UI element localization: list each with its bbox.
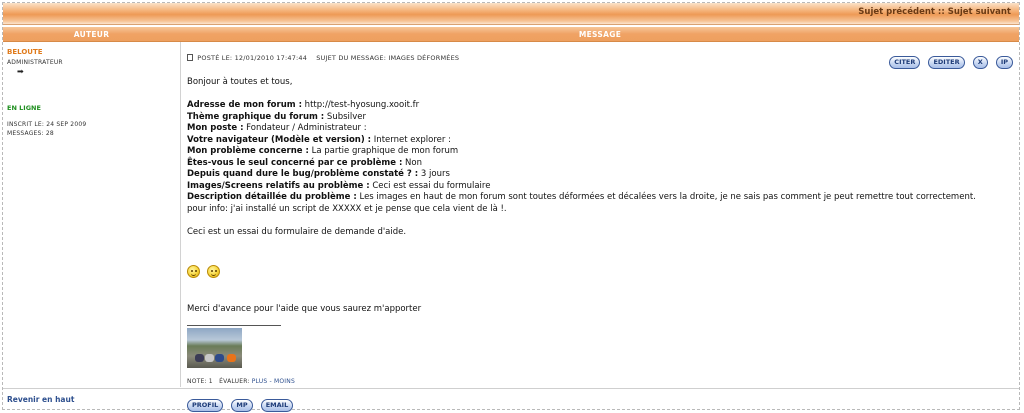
rating-minus-link[interactable]: Moins: [274, 378, 295, 385]
rating-plus-link[interactable]: Plus: [252, 378, 268, 385]
edit-button[interactable]: Editer: [928, 56, 965, 69]
form-field-value: 3 jours: [418, 169, 450, 179]
form-field-value: Subsilver: [324, 111, 367, 122]
rating-dash: -: [269, 378, 272, 385]
rating-note: Note: 1: [187, 378, 213, 385]
delete-button[interactable]: X: [972, 56, 988, 69]
form-field-line: Votre navigateur (Modèle et version) : I…: [187, 135, 1017, 147]
form-field-label: Images/Screens relatifs au problème :: [187, 180, 370, 191]
form-field-line: Images/Screens relatifs au problème : Ce…: [187, 181, 1017, 193]
author-contact-buttons: Profil MP Email: [187, 392, 296, 412]
form-field-value: Internet explorer :: [371, 134, 451, 145]
form-field-line: Mon problème concerne : La partie graphi…: [187, 146, 1017, 158]
greeting: Bonjour à toutes et tous,: [187, 77, 293, 87]
form-field-label: Êtes-vous le seul concerné par ce problè…: [187, 157, 403, 168]
form-field-line: Description détaillée du problème : Les …: [187, 192, 1017, 204]
document-icon: [187, 54, 193, 61]
ip-button[interactable]: IP: [995, 56, 1013, 69]
forum-topic-panel: Sujet précédent :: Sujet suivant Auteur …: [2, 2, 1020, 412]
form-field-line: Mon poste : Fondateur / Administrateur :: [187, 123, 1017, 135]
prev-topic-link[interactable]: Sujet précédent: [858, 7, 935, 17]
post-meta: Posté le: 12/01/2010 17:47:44 Sujet du m…: [187, 54, 459, 62]
column-divider: [180, 42, 181, 387]
form-field-label: Depuis quand dure le bug/problème consta…: [187, 169, 419, 179]
topic-nav-bar: Sujet précédent :: Sujet suivant: [3, 3, 1019, 25]
form-field-line: Êtes-vous le seul concerné par ce problè…: [187, 158, 1017, 170]
author-info: BELOUTE Administrateur ➡: [7, 48, 177, 76]
arrow-rank-icon: ➡: [17, 67, 24, 76]
nav-separator: ::: [937, 7, 945, 17]
smile-icon: [187, 265, 200, 278]
email-button[interactable]: Email: [260, 399, 294, 412]
form-field-value: Les images en haut de mon forum sont tou…: [356, 192, 976, 202]
form-field-value: Non: [402, 157, 423, 168]
rating-evaluate-label: Évaluer:: [219, 378, 250, 385]
form-field-value: La partie graphique de mon forum: [308, 146, 459, 156]
post-rating: Note: 1 Évaluer: Plus - Moins: [187, 378, 295, 385]
form-field-label: Description détaillée du problème :: [187, 192, 357, 202]
form-fields: Adresse de mon forum : http://test-hyosu…: [187, 100, 1017, 204]
smileys: [187, 263, 222, 282]
signature-image: [187, 328, 242, 368]
form-field-label: Votre navigateur (Modèle et version) :: [187, 134, 372, 145]
profile-button[interactable]: Profil: [187, 399, 224, 412]
post-action-buttons: Citer Editer X IP: [886, 49, 1013, 69]
back-to-top-link[interactable]: Revenir en haut: [7, 395, 74, 404]
thanks-line: Merci d'avance pour l'aide que vous saur…: [187, 304, 422, 314]
author-messages: Messages: 28: [7, 129, 54, 137]
post-body: Bonjour à toutes et tous, Adresse de mon…: [187, 77, 1017, 238]
author-joined: Inscrit le: 24 Sep 2009: [7, 121, 87, 128]
message-column-header: Message: [578, 30, 622, 39]
next-topic-link[interactable]: Sujet suivant: [948, 7, 1011, 17]
extra-line: pour info: j'ai installé un script de XX…: [187, 203, 507, 214]
form-field-label: Thème graphique du forum :: [187, 111, 325, 122]
test-line: Ceci est un essai du formulaire de deman…: [187, 226, 407, 237]
author-name[interactable]: BELOUTE: [7, 48, 177, 56]
post-subject: Sujet du message: Images déformées: [316, 54, 460, 62]
table-header: Auteur Message: [3, 27, 1019, 42]
form-field-value: Ceci est essai du formulaire: [369, 180, 491, 191]
form-field-label: Mon poste :: [187, 123, 244, 133]
quote-button[interactable]: Citer: [889, 56, 921, 69]
form-field-line: Depuis quand dure le bug/problème consta…: [187, 169, 1017, 181]
form-field-label: Mon problème concerne :: [187, 146, 309, 156]
grin-icon: [207, 265, 221, 278]
form-field-line: Thème graphique du forum : Subsilver: [187, 112, 1017, 124]
topic-nav-links: Sujet précédent :: Sujet suivant: [858, 7, 1011, 17]
form-field-value: Fondateur / Administrateur :: [243, 123, 367, 133]
author-column-header: Auteur: [73, 30, 110, 39]
form-field-label: Adresse de mon forum :: [187, 100, 302, 110]
signature-divider: [187, 325, 281, 326]
online-status: En ligne: [7, 104, 41, 112]
pm-button[interactable]: MP: [231, 399, 253, 412]
post-date: Posté le: 12/01/2010 17:47:44: [197, 54, 308, 62]
row-divider: [3, 388, 1019, 389]
author-stats: Inscrit le: 24 Sep 2009 Messages: 28: [7, 121, 86, 138]
author-rank: Administrateur: [7, 59, 63, 66]
form-field-line: Adresse de mon forum : http://test-hyosu…: [187, 100, 1017, 112]
form-field-value: http://test-hyosung.xooit.fr: [301, 100, 420, 110]
